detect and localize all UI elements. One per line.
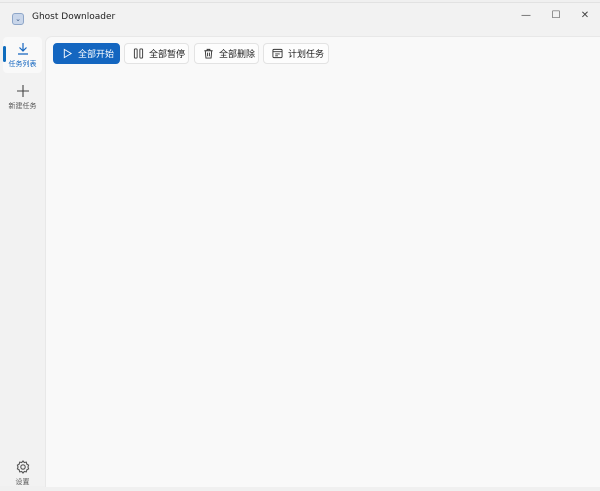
- delete-all-label: 全部删除: [219, 50, 256, 60]
- start-all-button[interactable]: 全部开始: [53, 43, 120, 64]
- sidebar-item-label: 新建任务: [8, 102, 37, 110]
- app-window: ⌄ Ghost Downloader — ☐ ✕ 任务列表 新建任务 设置 全部…: [0, 2, 600, 487]
- schedule-task-label: 计划任务: [288, 50, 325, 60]
- sidebar-item-task-list[interactable]: 任务列表: [3, 37, 42, 73]
- close-button[interactable]: ✕: [571, 7, 599, 25]
- minimize-button[interactable]: —: [512, 7, 540, 25]
- schedule-task-button[interactable]: 计划任务: [263, 43, 329, 64]
- pause-all-label: 全部暂停: [149, 50, 186, 60]
- start-all-label: 全部开始: [78, 50, 115, 60]
- trash-icon: [204, 48, 213, 59]
- selected-indicator: [3, 46, 6, 62]
- maximize-button[interactable]: ☐: [542, 7, 570, 25]
- download-icon: [17, 43, 28, 55]
- pause-icon: [133, 48, 144, 59]
- app-icon: ⌄: [12, 13, 24, 25]
- plus-icon: [16, 85, 29, 97]
- delete-all-button[interactable]: 全部删除: [194, 43, 259, 64]
- title-bar: ⌄ Ghost Downloader — ☐ ✕: [0, 3, 600, 33]
- pause-all-button[interactable]: 全部暂停: [124, 43, 189, 64]
- calendar-icon: [272, 48, 283, 59]
- gear-icon: [16, 460, 29, 474]
- window-title: Ghost Downloader: [32, 12, 116, 22]
- task-list-panel: 全部开始 全部暂停 全部删除 计划任务: [45, 36, 600, 487]
- sidebar-item-label: 任务列表: [8, 60, 37, 68]
- play-icon: [63, 48, 73, 59]
- sidebar-item-new-task[interactable]: 新建任务: [3, 79, 42, 115]
